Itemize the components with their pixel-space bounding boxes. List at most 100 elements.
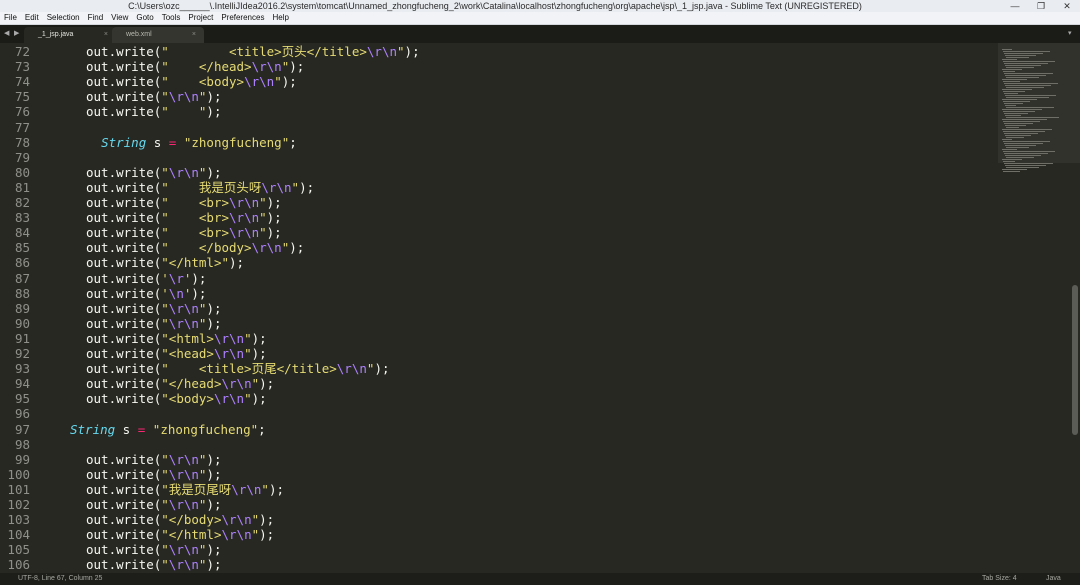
- code-line[interactable]: 105 out.write("\r\n");: [0, 542, 998, 557]
- code-text: out.write('\n');: [86, 285, 207, 301]
- minimize-button[interactable]: —: [1002, 0, 1028, 12]
- vertical-scrollbar[interactable]: [1072, 285, 1078, 435]
- code-line[interactable]: 103 out.write("</body>\r\n");: [0, 512, 998, 527]
- menu-edit[interactable]: Edit: [21, 12, 43, 24]
- code-line[interactable]: 80 out.write("\r\n");: [0, 165, 998, 180]
- minimap-line: [1006, 77, 1039, 78]
- code-line[interactable]: 76 out.write(" ");: [0, 104, 998, 119]
- tab-overflow-icon[interactable]: ▾: [1068, 25, 1072, 43]
- code-line[interactable]: 75 out.write("\r\n");: [0, 89, 998, 104]
- minimap-line: [1002, 149, 1017, 150]
- code-text: out.write(" <title>页尾</title>\r\n");: [86, 361, 390, 377]
- line-number: 86: [14, 255, 30, 271]
- code-editor[interactable]: 72 out.write(" <title>页头</title>\r\n"); 73…: [0, 43, 998, 573]
- code-line[interactable]: 79: [0, 150, 998, 165]
- minimap[interactable]: [998, 43, 1080, 573]
- minimap-line: [1003, 81, 1020, 82]
- tab-web-xml[interactable]: web.xml ×: [112, 27, 204, 43]
- code-text: out.write(" 我是页头呀\r\n");: [86, 179, 315, 195]
- code-line[interactable]: 104 out.write("</html>\r\n");: [0, 527, 998, 542]
- menu-selection[interactable]: Selection: [43, 12, 84, 24]
- minimap-line: [1004, 143, 1043, 144]
- line-number: 74: [14, 74, 30, 90]
- minimap-line: [1005, 145, 1036, 146]
- status-syntax[interactable]: Java: [1046, 573, 1061, 585]
- code-line[interactable]: 91 out.write("<html>\r\n");: [0, 331, 998, 346]
- code-line[interactable]: 73 out.write(" </head>\r\n");: [0, 59, 998, 74]
- close-window-button[interactable]: ✕: [1054, 0, 1080, 12]
- tab-close-icon[interactable]: ×: [192, 27, 196, 43]
- menu-goto[interactable]: Goto: [132, 12, 157, 24]
- code-line[interactable]: 89 out.write("\r\n");: [0, 301, 998, 316]
- code-line[interactable]: 99 out.write("\r\n");: [0, 452, 998, 467]
- minimap-line: [1002, 109, 1042, 110]
- code-line[interactable]: 98: [0, 437, 998, 452]
- tab-nav-left-icon[interactable]: ◀: [4, 25, 9, 43]
- line-number: 103: [7, 512, 30, 528]
- line-number: 92: [14, 346, 30, 361]
- menu-find[interactable]: Find: [84, 12, 108, 24]
- minimap-line: [1002, 129, 1052, 130]
- tab-close-icon[interactable]: ×: [104, 27, 108, 43]
- code-line[interactable]: 82 out.write(" <br>\r\n");: [0, 195, 998, 210]
- code-line[interactable]: 72 out.write(" <title>页头</title>\r\n");: [0, 44, 998, 59]
- minimap-line: [1006, 87, 1044, 88]
- menu-file[interactable]: File: [0, 12, 21, 24]
- code-line[interactable]: 102 out.write("\r\n");: [0, 497, 998, 512]
- line-number: 106: [7, 557, 30, 573]
- status-tab-size[interactable]: Tab Size: 4: [982, 573, 1017, 585]
- minimap-line: [1003, 51, 1050, 52]
- code-line[interactable]: 84 out.write(" <br>\r\n");: [0, 225, 998, 240]
- menu-preferences[interactable]: Preferences: [217, 12, 268, 24]
- line-number: 83: [14, 210, 30, 226]
- menu-tools[interactable]: Tools: [158, 12, 185, 24]
- code-line[interactable]: 81 out.write(" 我是页头呀\r\n");: [0, 180, 998, 195]
- code-line[interactable]: 77: [0, 120, 998, 135]
- code-text: out.write(" </head>\r\n");: [86, 59, 305, 75]
- code-text: out.write("\r\n");: [86, 315, 222, 331]
- code-line[interactable]: 100 out.write("\r\n");: [0, 467, 998, 482]
- code-line[interactable]: 86 out.write("</html>");: [0, 255, 998, 270]
- line-number: 84: [14, 225, 30, 241]
- code-line[interactable]: 94 out.write("</head>\r\n");: [0, 376, 998, 391]
- window-titlebar: C:\Users\ozc______\.IntelliJIdea2016.2\s…: [0, 0, 1080, 12]
- minimap-line: [1003, 101, 1030, 102]
- minimap-line: [1003, 91, 1025, 92]
- menu-project[interactable]: Project: [184, 12, 217, 24]
- code-text: out.write("\r\n");: [86, 89, 222, 105]
- code-line[interactable]: 95 out.write("<body>\r\n");: [0, 391, 998, 406]
- tab-1-jsp-java[interactable]: _1_jsp.java ×: [24, 27, 116, 43]
- code-line[interactable]: 106 out.write("\r\n");: [0, 557, 998, 572]
- code-text: out.write("<body>\r\n");: [86, 391, 267, 407]
- code-line[interactable]: 92 out.write("<head>\r\n");: [0, 346, 998, 361]
- code-line[interactable]: 78 String s = "zhongfucheng";: [0, 135, 998, 150]
- code-text: String s = "zhongfucheng";: [70, 421, 266, 437]
- code-text: String s = "zhongfucheng";: [101, 134, 297, 150]
- code-text: out.write("</head>\r\n");: [86, 376, 275, 392]
- code-line[interactable]: 74 out.write(" <body>\r\n");: [0, 74, 998, 89]
- code-text: out.write("</html>\r\n");: [86, 527, 275, 543]
- maximize-button[interactable]: ❐: [1028, 0, 1054, 12]
- code-line[interactable]: 97 String s = "zhongfucheng";: [0, 422, 998, 437]
- minimap-line: [1002, 89, 1032, 90]
- code-line[interactable]: 101 out.write("我是页尾呀\r\n");: [0, 482, 998, 497]
- minimap-line: [1005, 55, 1036, 56]
- code-text: out.write('\r');: [86, 270, 207, 286]
- menu-help[interactable]: Help: [268, 12, 292, 24]
- code-text: out.write("我是页尾呀\r\n");: [86, 481, 285, 497]
- code-text: out.write(" </body>\r\n");: [86, 240, 305, 256]
- code-line[interactable]: 90 out.write("\r\n");: [0, 316, 998, 331]
- code-line[interactable]: 96: [0, 406, 998, 421]
- status-encoding-position: UTF-8, Line 67, Column 25: [18, 575, 103, 582]
- code-line[interactable]: 93 out.write(" <title>页尾</title>\r\n");: [0, 361, 998, 376]
- line-number: 90: [14, 315, 30, 331]
- code-line[interactable]: 83 out.write(" <br>\r\n");: [0, 210, 998, 225]
- tab-nav-right-icon[interactable]: ▶: [14, 25, 19, 43]
- code-line[interactable]: 88 out.write('\n');: [0, 286, 998, 301]
- line-number: 101: [7, 481, 30, 497]
- minimap-line: [1006, 167, 1039, 168]
- code-line[interactable]: 87 out.write('\r');: [0, 271, 998, 286]
- line-number: 91: [14, 330, 30, 346]
- code-line[interactable]: 85 out.write(" </body>\r\n");: [0, 240, 998, 255]
- menu-view[interactable]: View: [107, 12, 132, 24]
